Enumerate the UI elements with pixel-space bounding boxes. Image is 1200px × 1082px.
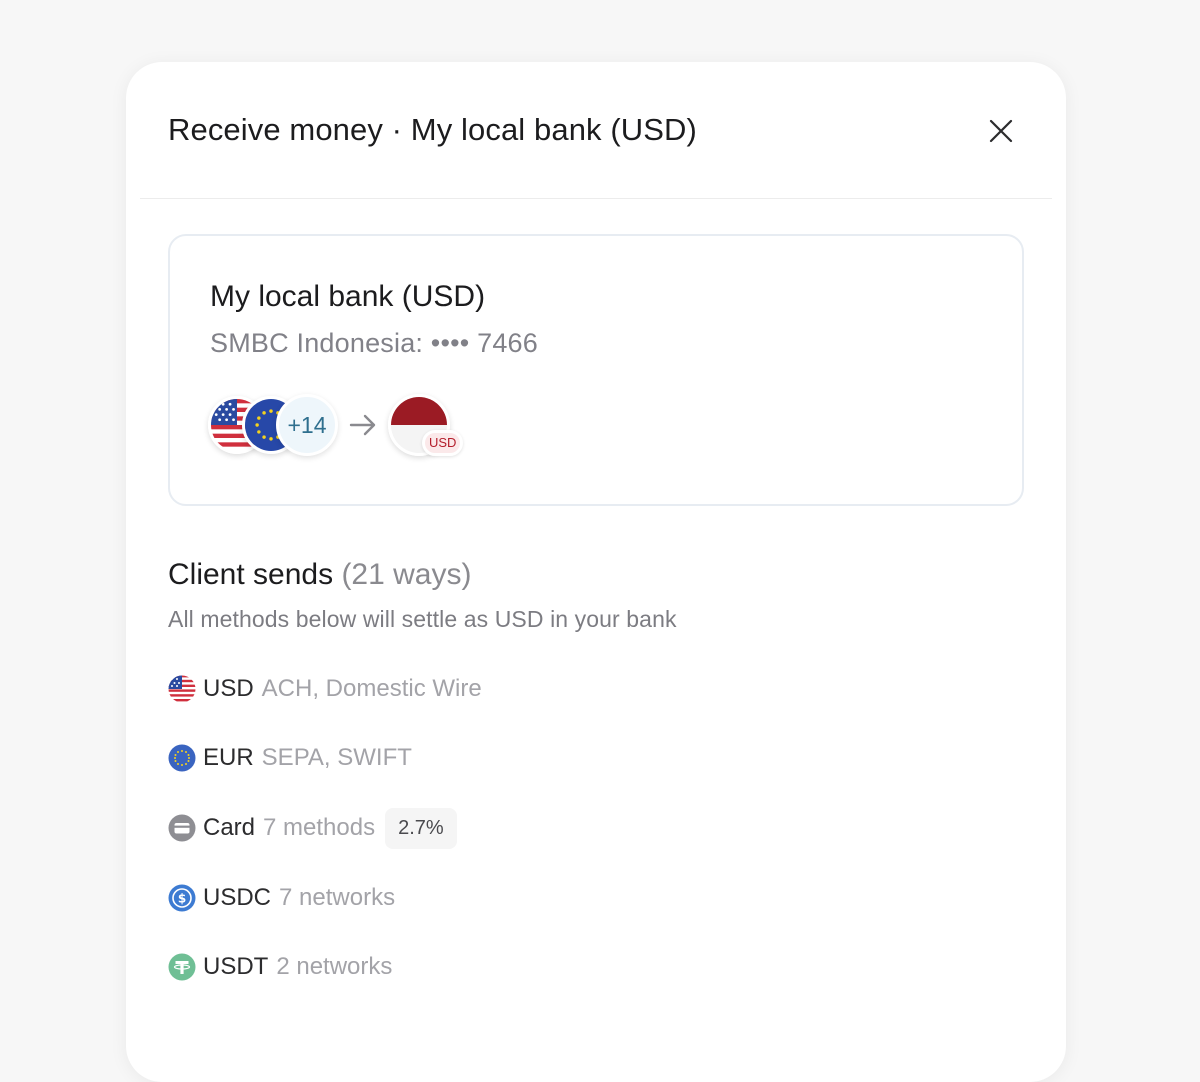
modal-title: Receive money · My local bank (USD) xyxy=(168,112,697,147)
method-card[interactable]: Card 7 methods 2.7% xyxy=(168,807,457,849)
account-subtitle: SMBC Indonesia: •••• 7466 xyxy=(210,328,538,358)
method-name: USDC xyxy=(203,884,272,911)
more-currencies-badge: +14 xyxy=(276,394,338,456)
method-detail: 7 methods xyxy=(263,814,376,841)
method-usd[interactable]: USD ACH, Domestic Wire xyxy=(168,674,482,704)
account-name: My local bank (USD) xyxy=(210,280,486,313)
ways-count: (21 ways) xyxy=(341,558,472,591)
eu-flag-icon xyxy=(168,744,196,772)
svg-text:$: $ xyxy=(178,892,186,906)
method-detail: ACH, Domestic Wire xyxy=(261,675,482,702)
method-detail: 2 networks xyxy=(276,953,393,980)
us-flag-icon xyxy=(168,675,196,703)
method-name: USD xyxy=(203,675,254,702)
usdc-icon: $ xyxy=(168,884,196,912)
account-card[interactable]: My local bank (USD) SMBC Indonesia: ••••… xyxy=(168,234,1024,506)
method-detail: SEPA, SWIFT xyxy=(261,744,412,771)
currency-flow: +14 USD xyxy=(208,394,468,458)
method-name: Card xyxy=(203,814,256,841)
destination-currency-chip: USD xyxy=(422,430,464,456)
fee-badge: 2.7% xyxy=(385,807,457,849)
method-usdt[interactable]: USDT 2 networks xyxy=(168,952,392,982)
section-title: Client sends xyxy=(168,558,334,591)
usdt-icon xyxy=(168,953,196,981)
receive-money-modal: Receive money · My local bank (USD) My l… xyxy=(126,62,1066,1082)
arrow-right-icon xyxy=(349,414,376,436)
close-button[interactable] xyxy=(984,114,1018,148)
card-icon xyxy=(168,814,196,842)
method-detail: 7 networks xyxy=(279,884,396,911)
method-eur[interactable]: EUR SEPA, SWIFT xyxy=(168,743,412,773)
method-name: USDT xyxy=(203,953,269,980)
modal-header: Receive money · My local bank (USD) xyxy=(140,62,1052,199)
close-icon xyxy=(989,119,1013,143)
section-subtitle: All methods below will settle as USD in … xyxy=(168,606,677,632)
method-usdc[interactable]: $ USDC 7 networks xyxy=(168,883,395,913)
method-name: EUR xyxy=(203,744,254,771)
client-sends-heading: Client sends (21 ways) xyxy=(168,558,471,592)
